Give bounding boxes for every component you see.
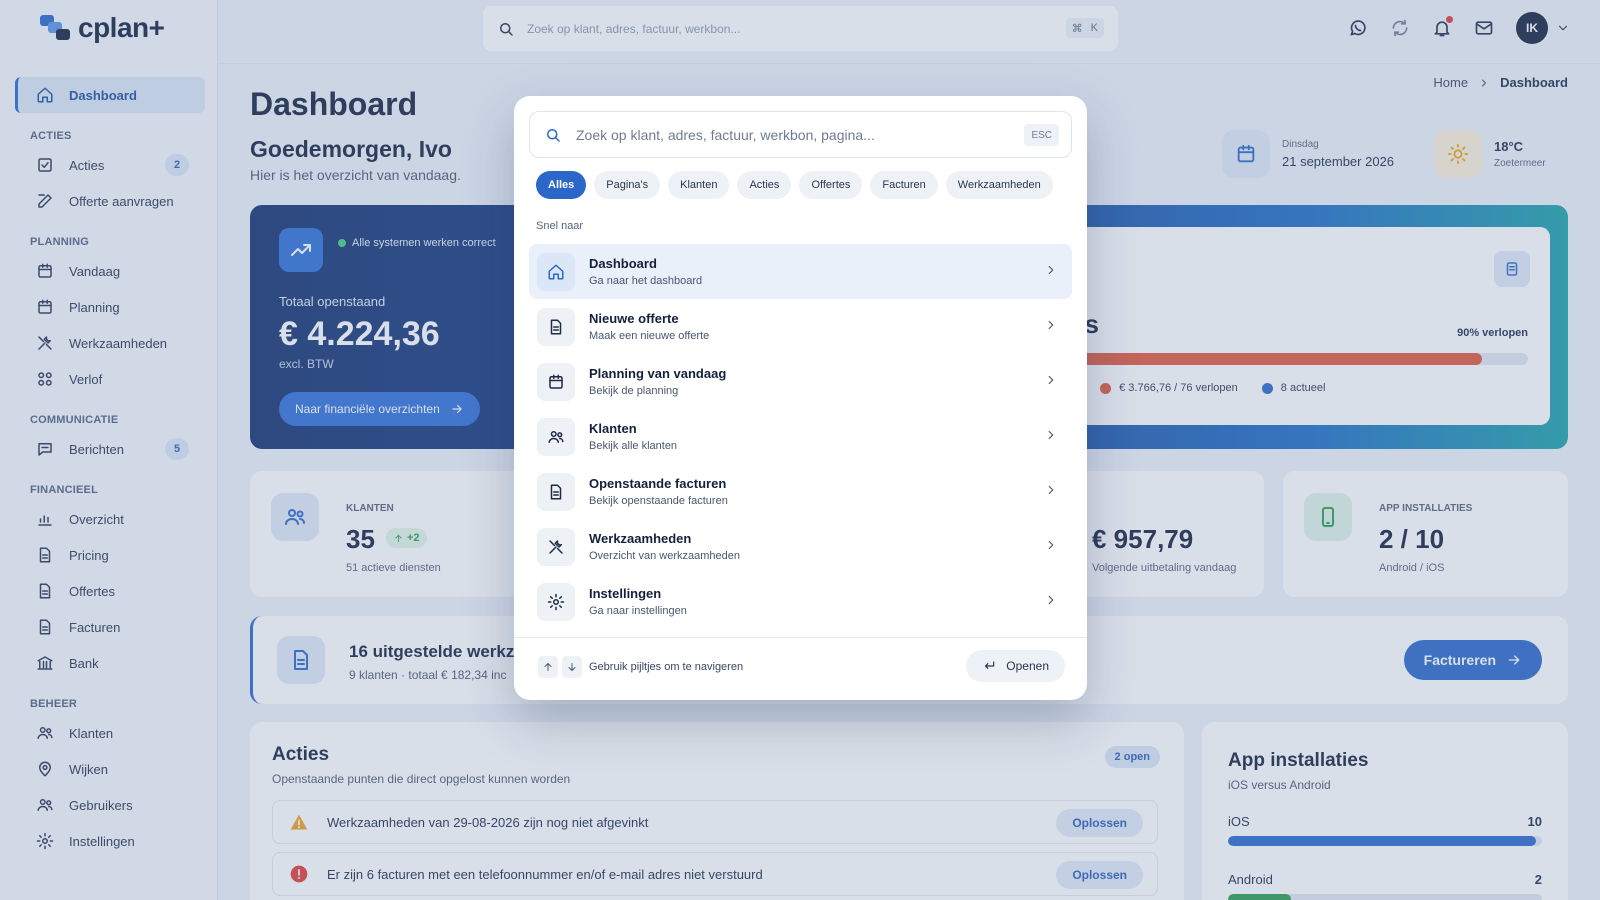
palette-item-iconbox — [537, 362, 575, 401]
palette-item-title: Nieuwe offerte — [589, 311, 679, 326]
chevron-right-icon — [1048, 375, 1054, 385]
palette-item[interactable]: Werkzaamheden Overzicht van werkzaamheden — [529, 519, 1072, 574]
gear-icon — [547, 593, 565, 610]
palette-item-sub: Ga naar het dashboard — [589, 275, 703, 287]
invoice-icon — [550, 484, 562, 499]
palette-results: Dashboard Ga naar het dashboard Nieuwe off… — [529, 244, 1072, 629]
arrow-down-icon — [568, 663, 576, 671]
filter-chip[interactable]: Alles — [536, 171, 587, 199]
chevron-right-icon — [1048, 595, 1054, 605]
palette-search-input[interactable] — [576, 126, 996, 143]
palette-item[interactable]: Nieuwe offerte Maak een nieuwe offerte — [529, 299, 1072, 354]
palette-item-title: Werkzaamheden — [589, 531, 692, 546]
palette-item[interactable]: Instellingen Ga naar instellingen — [529, 574, 1072, 629]
esc-key[interactable]: ESC — [1024, 124, 1059, 146]
palette-item-title: Klanten — [589, 421, 637, 436]
palette-item-title: Planning van vandaag — [589, 366, 727, 381]
palette-item-text: Openstaande facturen Bekijk openstaande f… — [589, 476, 728, 507]
arrow-up-key — [538, 656, 558, 678]
palette-item-text: Klanten Bekijk alle klanten — [589, 421, 677, 452]
palette-item-title: Openstaande facturen — [589, 476, 727, 491]
calendar-icon — [549, 374, 563, 389]
filter-chips: Alles Pagina's Klanten Acties Offertes Factur… — [536, 171, 1053, 199]
filter-chip[interactable]: Klanten — [668, 171, 730, 199]
home-icon — [548, 264, 564, 279]
chevron-right-icon — [1048, 265, 1054, 275]
palette-item-iconbox — [537, 307, 575, 346]
palette-item-title: Dashboard — [589, 256, 657, 271]
filter-chip[interactable]: Offertes — [799, 171, 863, 199]
palette-item-text: Planning van vandaag Bekijk de planning — [589, 366, 726, 397]
search-icon — [547, 128, 560, 142]
enter-icon — [985, 661, 995, 669]
filter-chip[interactable]: Acties — [737, 171, 792, 199]
quick-nav-label: Snel naar — [536, 220, 584, 232]
palette-item-text: Instellingen Ga naar instellingen — [589, 586, 687, 617]
palette-item-iconbox — [537, 582, 575, 621]
palette-item-iconbox — [537, 417, 575, 456]
open-button[interactable]: Openen — [966, 650, 1065, 682]
tools-icon — [549, 539, 563, 554]
palette-footer: Gebruik pijltjes om te navigeren Openen — [514, 637, 1087, 700]
palette-item[interactable]: Openstaande facturen Bekijk openstaande f… — [529, 464, 1072, 519]
palette-item-sub: Maak een nieuwe offerte — [589, 330, 710, 342]
users-icon — [548, 430, 564, 443]
palette-item-iconbox — [537, 252, 575, 291]
palette-item-title: Instellingen — [589, 586, 662, 601]
command-palette: ESC AllesPagina'sKlantenActiesOffertesFa… — [514, 96, 1087, 700]
palette-item-sub: Bekijk openstaande facturen — [589, 495, 728, 507]
navigation-hint: Gebruik pijltjes om te navigeren — [589, 661, 744, 673]
palette-item-text: Nieuwe offerte Maak een nieuwe offerte — [589, 311, 709, 342]
palette-item[interactable]: Planning van vandaag Bekijk de planning — [529, 354, 1072, 409]
chevron-right-icon — [1048, 540, 1054, 550]
palette-item-iconbox — [537, 527, 575, 566]
document-icon — [550, 319, 562, 334]
palette-item-text: Dashboard Ga naar het dashboard — [589, 256, 702, 287]
chevron-right-icon — [1048, 485, 1054, 495]
palette-item[interactable]: Klanten Bekijk alle klanten — [529, 409, 1072, 464]
palette-item-sub: Bekijk de planning — [589, 385, 679, 397]
arrow-up-icon — [544, 663, 552, 671]
palette-item-text: Werkzaamheden Overzicht van werkzaamheden — [589, 531, 740, 562]
palette-item-sub: Bekijk alle klanten — [589, 440, 678, 452]
palette-item-sub: Ga naar instellingen — [589, 605, 687, 617]
filter-chip[interactable]: Pagina's — [594, 171, 661, 199]
palette-search[interactable]: ESC — [529, 111, 1072, 158]
filter-chip[interactable]: Facturen — [870, 171, 938, 199]
palette-item-iconbox — [537, 472, 575, 511]
arrow-down-key — [562, 656, 582, 678]
chevron-right-icon — [1048, 430, 1054, 440]
palette-item[interactable]: Dashboard Ga naar het dashboard — [529, 244, 1072, 299]
chevron-right-icon — [1048, 320, 1054, 330]
filter-chip[interactable]: Werkzaamheden — [945, 171, 1053, 199]
open-button-label: Openen — [1006, 659, 1049, 673]
palette-item-sub: Overzicht van werkzaamheden — [589, 550, 741, 562]
